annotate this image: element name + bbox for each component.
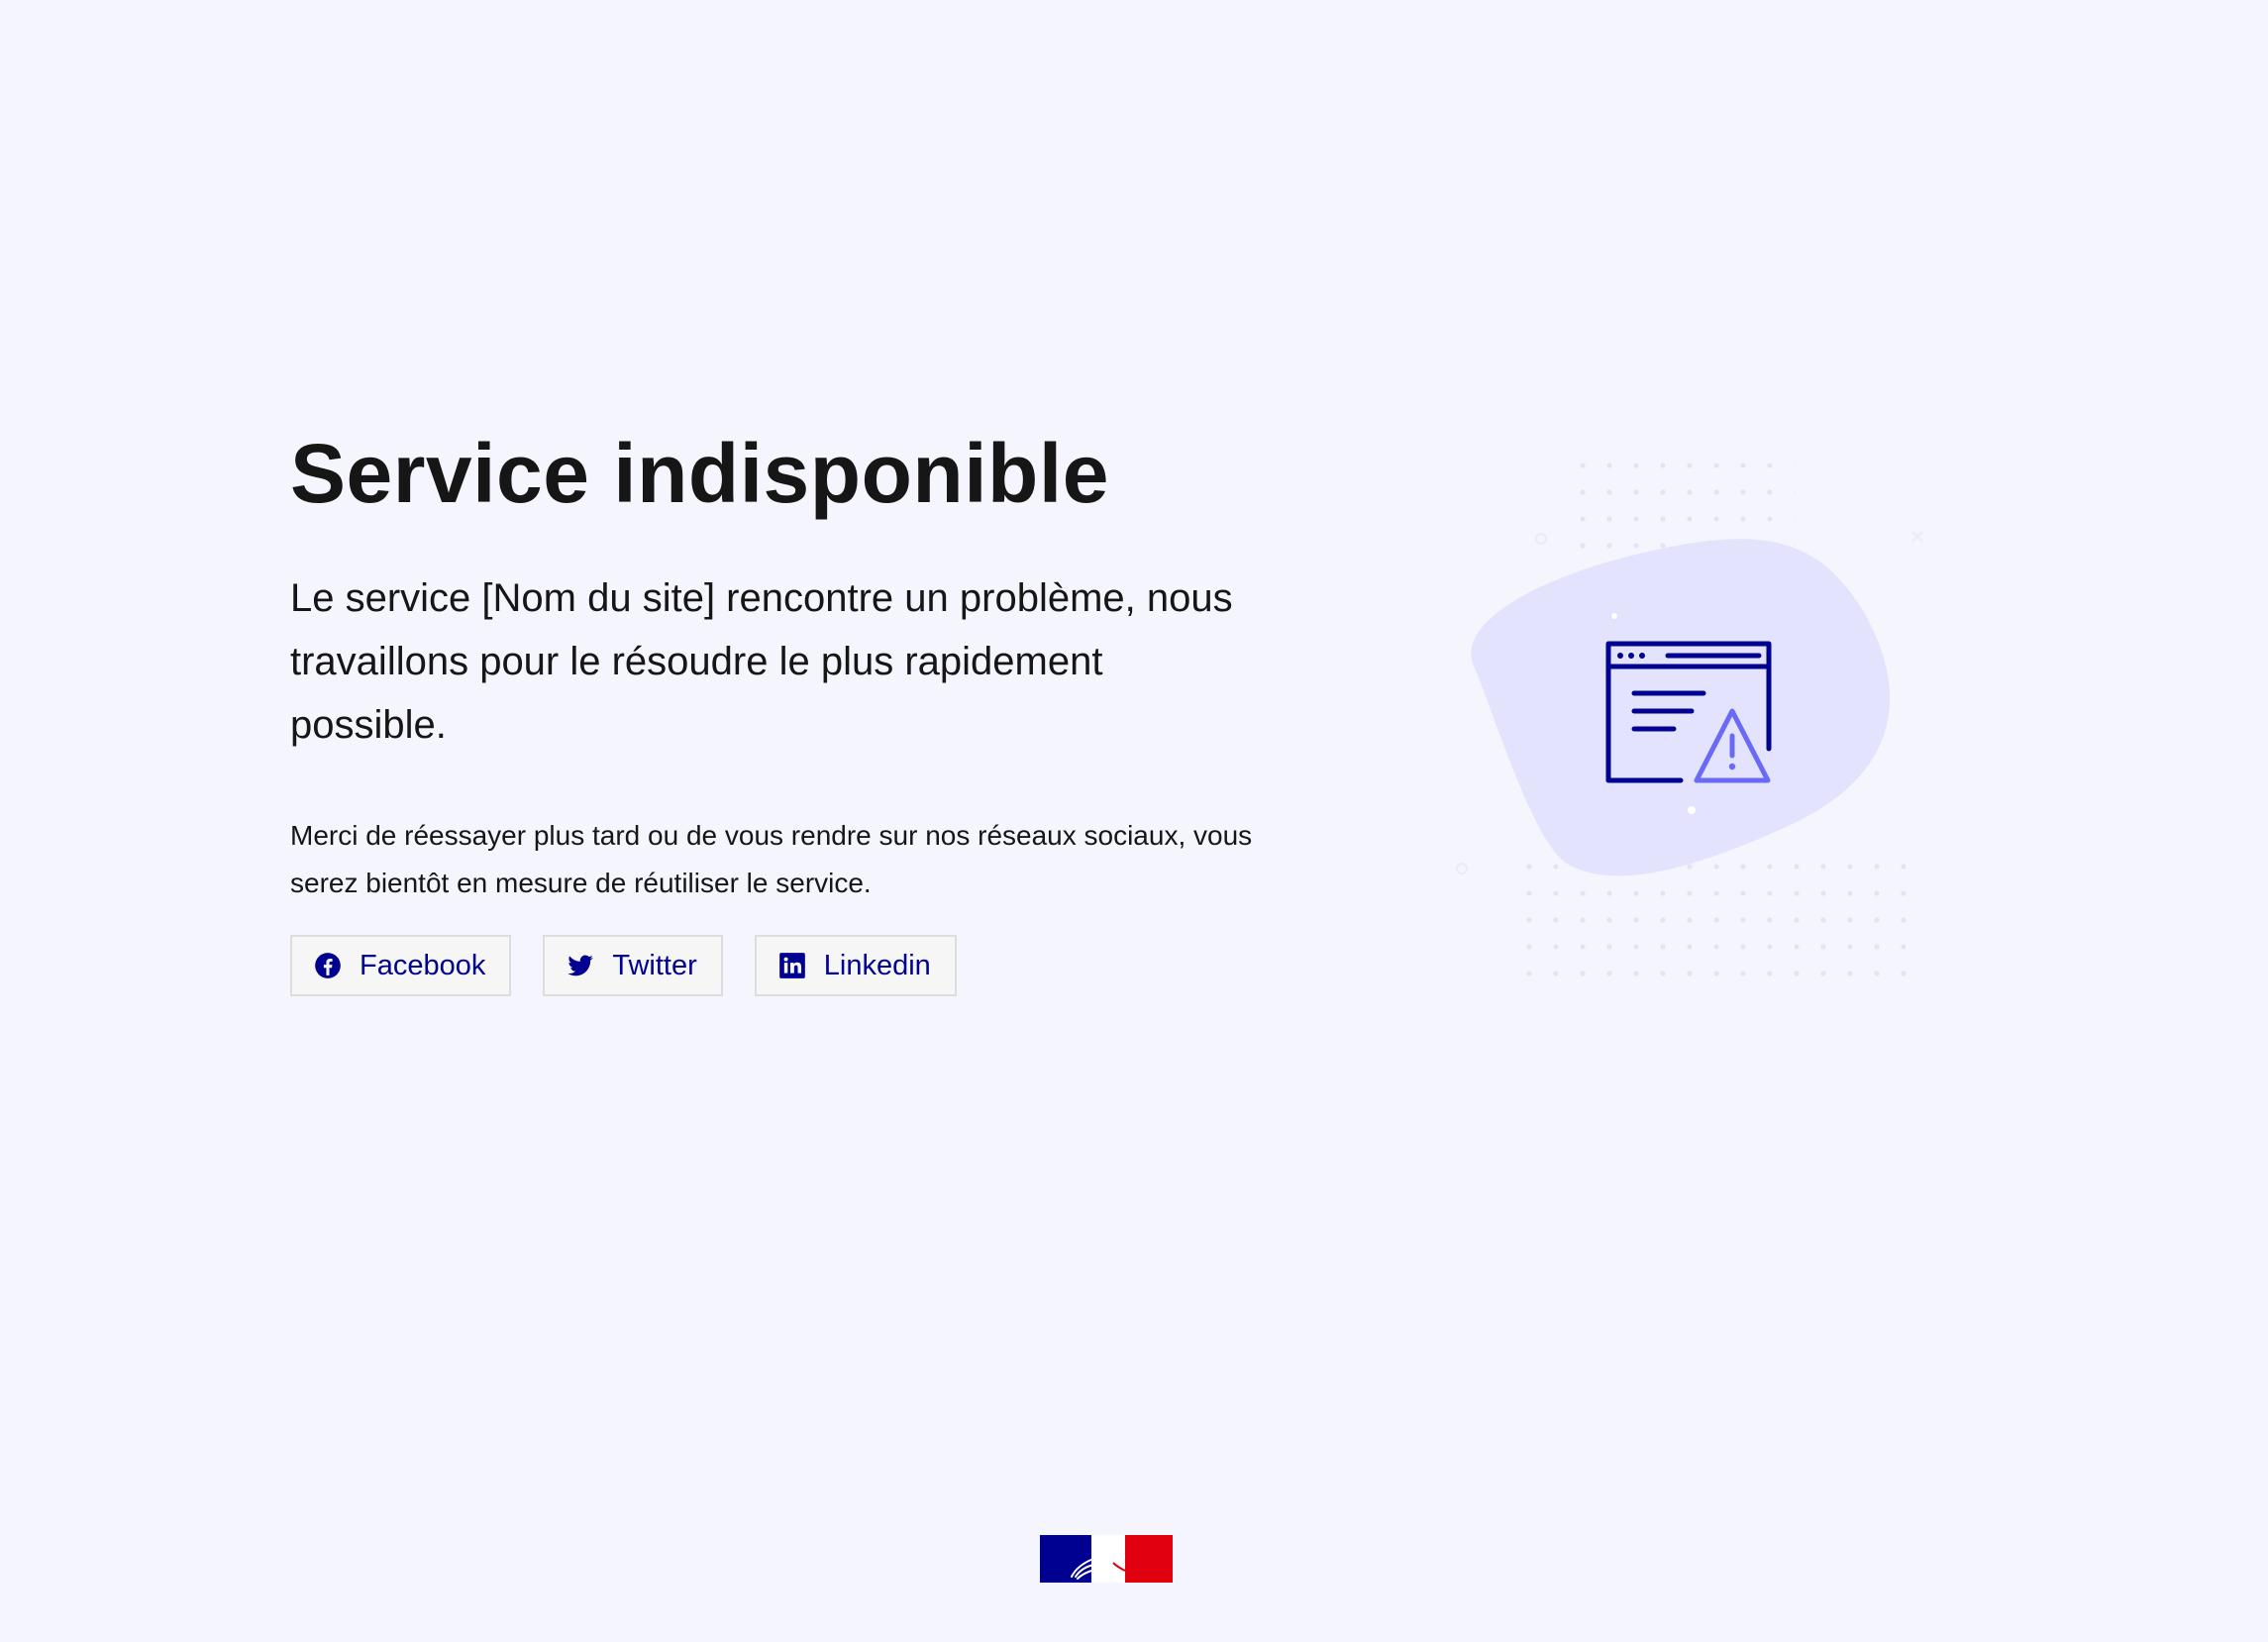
page-title: Service indisponible	[290, 427, 1109, 520]
lead-text: Le service [Nom du site] rencontre un pr…	[290, 576, 1233, 747]
twitter-button[interactable]: Twitter	[543, 935, 723, 996]
main-content: Service indisponible Le service [Nom du …	[290, 416, 1281, 996]
linkedin-button[interactable]: Linkedin	[754, 935, 957, 996]
facebook-icon	[314, 952, 342, 979]
facebook-button[interactable]: Facebook	[290, 935, 512, 996]
browser-warning-icon	[1456, 448, 1923, 988]
twitter-icon	[567, 952, 594, 979]
republique-francaise-logo	[1040, 1533, 1173, 1585]
error-page: Service indisponible Le service [Nom du …	[0, 0, 2268, 1642]
body-text: Merci de réessayer plus tard ou de vous …	[290, 820, 1253, 898]
facebook-label: Facebook	[360, 949, 486, 981]
error-illustration	[1446, 436, 1941, 990]
twitter-label: Twitter	[612, 949, 697, 981]
linkedin-label: Linkedin	[823, 949, 931, 981]
social-buttons: Facebook Twitter Linkedin	[290, 935, 1281, 996]
linkedin-icon	[778, 952, 806, 979]
